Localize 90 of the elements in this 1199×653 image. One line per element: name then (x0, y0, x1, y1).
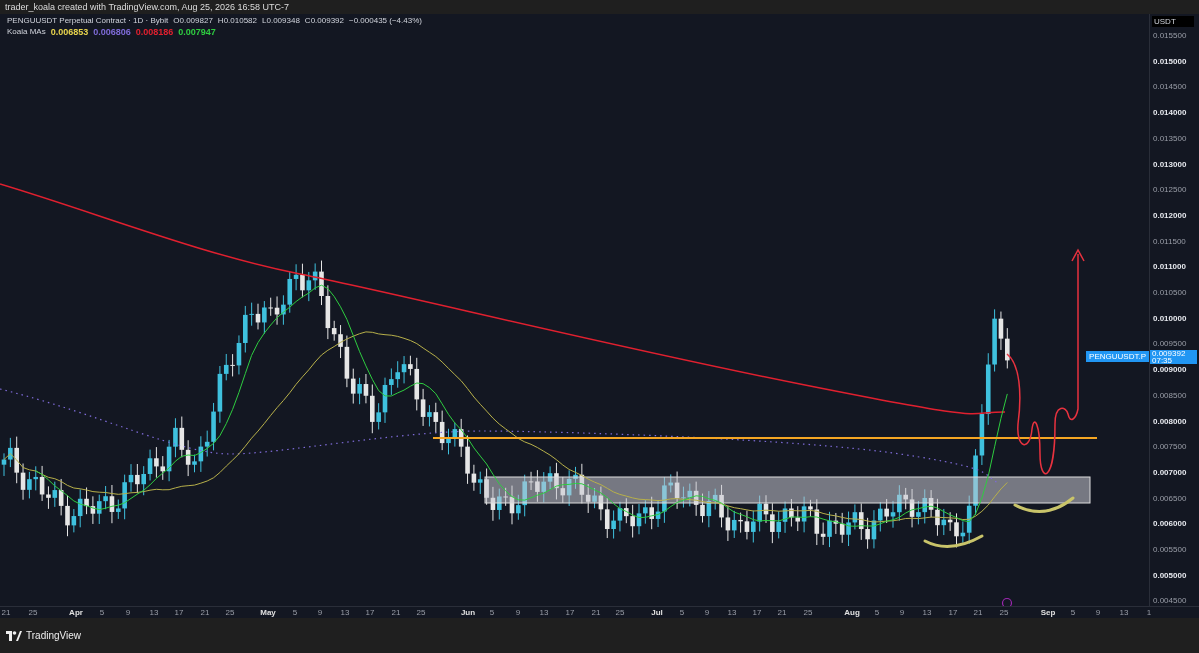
date-tick-label: Jul (651, 608, 663, 617)
date-tick-label: 9 (125, 608, 131, 617)
date-tick-label: 5 (679, 608, 685, 617)
price-change: −0.000435 (−4.43%) (349, 16, 422, 25)
curve-annotation (923, 534, 984, 548)
date-tick-label: 17 (752, 608, 762, 617)
date-tick-label: 5 (489, 608, 495, 617)
price-tick-label: 0.008000 (1153, 416, 1187, 426)
price-tick-label: 0.009500 (1153, 339, 1187, 349)
date-tick-label: 25 (803, 608, 813, 617)
price-tick-label: 0.010000 (1153, 313, 1187, 323)
ohlc-label: H (217, 16, 224, 25)
date-tick-label: Aug (844, 608, 860, 617)
price-tick-label: 0.004500 (1153, 596, 1187, 606)
event-marker-icon[interactable] (1001, 597, 1013, 606)
indicator-value: 0.006853 (50, 27, 89, 37)
ohlc-label: C (304, 16, 311, 25)
curve-annotation (1013, 496, 1075, 514)
price-tick-label: 0.005000 (1153, 570, 1187, 580)
date-tick-label: 9 (515, 608, 521, 617)
date-tick-label: 9 (1095, 608, 1101, 617)
price-tick-label: 0.014500 (1153, 82, 1187, 92)
price-tick-label: 0.015000 (1153, 56, 1187, 66)
date-tick-label: 21 (200, 608, 210, 617)
date-tick-label: 25 (615, 608, 625, 617)
price-tick-label: 0.013500 (1153, 133, 1187, 143)
date-tick-label: Apr (69, 608, 83, 617)
date-tick-label: Jun (460, 608, 476, 617)
symbol-price-label: PENGUUSDT.P (1086, 351, 1149, 362)
date-tick-label: 17 (174, 608, 184, 617)
price-tick-label: 0.011000 (1153, 262, 1186, 272)
candle-countdown: 07:35 (1152, 357, 1174, 364)
symbol-title: PENGUUSDT Perpetual Contract · 1D · Bybit (7, 16, 169, 25)
price-tick-label: 0.009000 (1153, 365, 1187, 375)
date-tick-label: 21 (1, 608, 11, 617)
date-tick-label: 13 (727, 608, 737, 617)
date-tick-label: 21 (391, 608, 401, 617)
date-tick-label: 5 (1070, 608, 1076, 617)
price-tick-label: 0.008500 (1153, 390, 1187, 400)
date-tick-label: 21 (591, 608, 601, 617)
date-tick-label: 13 (1119, 608, 1129, 617)
ohlc-value: 0.009392 (310, 16, 344, 25)
price-tick-label: 0.014000 (1153, 108, 1187, 118)
date-tick-label: 9 (899, 608, 905, 617)
tradingview-logo-icon (6, 630, 22, 641)
date-tick-label: 17 (365, 608, 375, 617)
price-tick-label: 0.012000 (1153, 210, 1187, 220)
date-tick-label: 13 (149, 608, 159, 617)
date-tick-label: 5 (292, 608, 298, 617)
price-tick-label: 0.006000 (1153, 519, 1187, 529)
indicator-value: 0.008186 (135, 27, 174, 37)
date-tick-label: 13 (922, 608, 932, 617)
ohlc-value: 0.010582 (223, 16, 257, 25)
price-tick-label: 0.015500 (1153, 31, 1187, 40)
attribution-text: trader_koala created with TradingView.com, Aug 25, 2026 16:58 UTC-7 (4, 1, 290, 14)
brand-name: TradingView (26, 630, 82, 641)
date-tick-label: 17 (948, 608, 958, 617)
ohlc-label: O (173, 16, 180, 25)
current-price: 0.009392 (1152, 350, 1187, 357)
price-tick-label: 0.007000 (1153, 467, 1187, 477)
date-tick-label: 5 (874, 608, 880, 617)
price-tick-label: 0.006500 (1153, 493, 1187, 503)
date-tick-label: 13 (340, 608, 350, 617)
date-tick-label: 21 (777, 608, 787, 617)
date-tick-label: 25 (416, 608, 426, 617)
ohlc-label: L (262, 16, 267, 25)
date-tick-label: 25 (28, 608, 38, 617)
indicator-name: Koala MAs (7, 27, 46, 37)
date-tick-label: May (260, 608, 276, 617)
indicator-value: 0.006806 (93, 27, 131, 37)
currency-label: USDT (1152, 16, 1194, 27)
ohlc-value: 0.009348 (266, 16, 300, 25)
price-tick-label: 0.011500 (1153, 236, 1186, 246)
price-tick-label: 0.007500 (1153, 442, 1187, 452)
date-tick-label: 5 (99, 608, 105, 617)
date-tick-label: Sep (1040, 608, 1056, 617)
price-tick-label: 0.010500 (1153, 288, 1187, 297)
date-tick-label: 1 (1146, 608, 1152, 617)
date-tick-label: 25 (999, 608, 1009, 617)
price-tick-label: 0.012500 (1153, 185, 1187, 195)
price-tick-label: 0.013000 (1153, 159, 1187, 169)
price-tick-label: 0.005500 (1153, 545, 1187, 554)
ohlc-value: 0.009827 (179, 16, 213, 25)
date-tick-label: 13 (539, 608, 549, 617)
date-tick-label: 9 (317, 608, 323, 617)
date-tick-label: 21 (973, 608, 983, 617)
date-tick-label: 9 (704, 608, 710, 617)
date-tick-label: 17 (565, 608, 575, 617)
indicator-value: 0.007947 (178, 27, 216, 37)
date-tick-label: 25 (225, 608, 235, 617)
